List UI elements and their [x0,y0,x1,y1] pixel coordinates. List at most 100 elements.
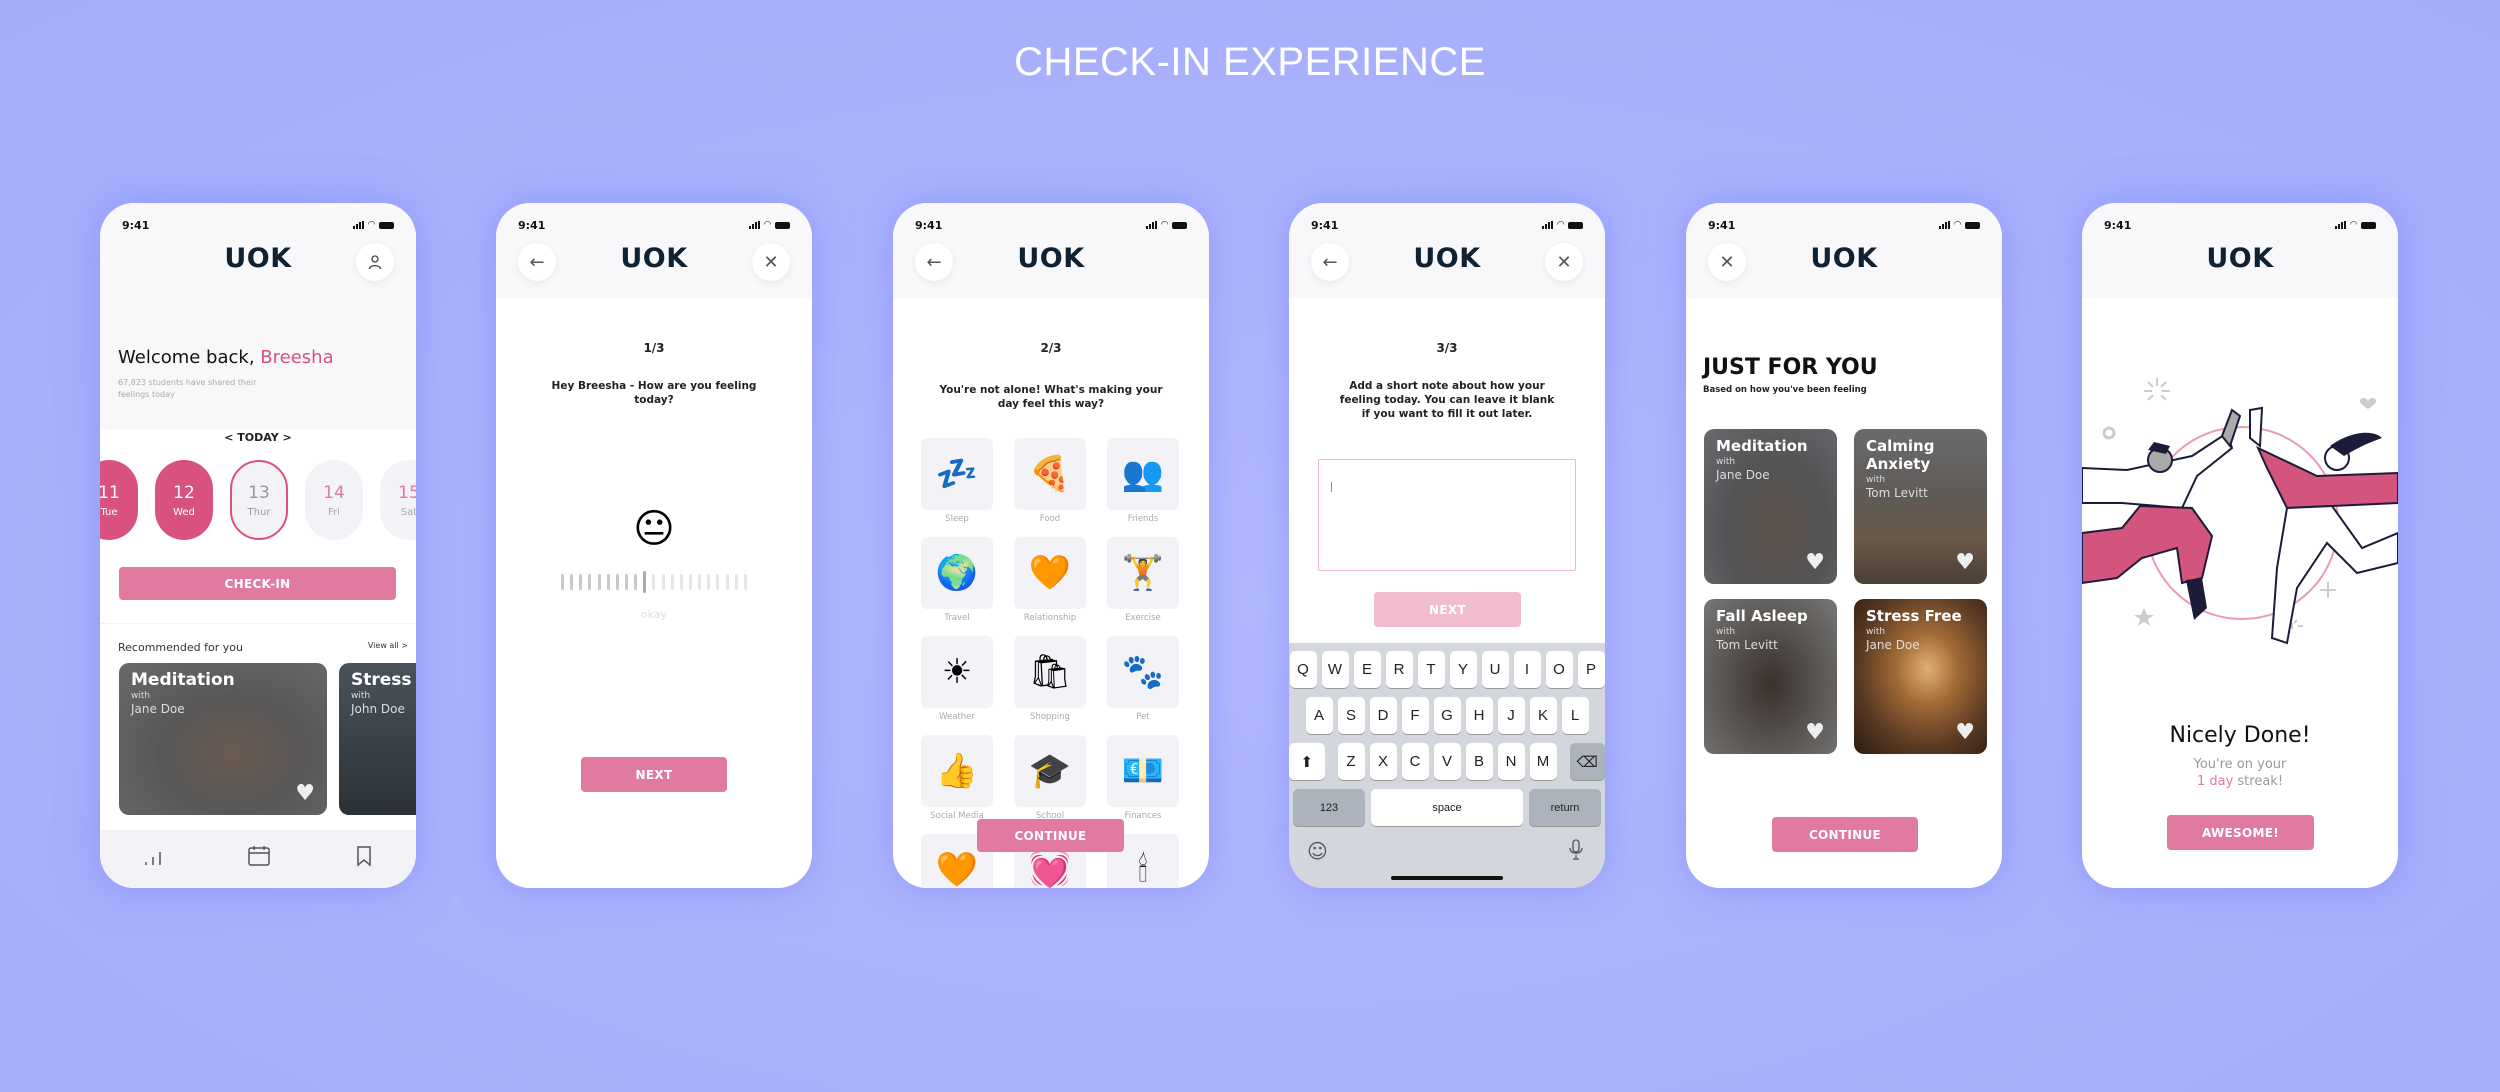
slider-tick [734,574,738,590]
arrow-left-icon: ← [529,251,545,273]
key-w[interactable]: W [1321,651,1349,688]
back-button[interactable]: ← [518,243,556,281]
category-friends[interactable]: 👥 Friends [1107,438,1179,524]
key-y[interactable]: Y [1449,651,1477,688]
mood-slider[interactable] [561,571,747,593]
key-c[interactable]: C [1401,743,1429,780]
date-navigator[interactable]: < TODAY > [100,431,416,444]
category-shopping[interactable]: 🛍 Shopping [1014,636,1086,722]
continue-button[interactable]: CONTINUE [977,819,1124,852]
wifi-icon: ◠ [368,220,375,230]
key-q[interactable]: Q [1289,651,1317,688]
key-m[interactable]: M [1529,743,1557,780]
card-meditation[interactable]: Meditation with Jane Doe ♥ [1704,429,1837,584]
close-button[interactable]: ✕ [1708,243,1746,281]
slider-thumb[interactable] [643,571,647,593]
recommend-card-stress[interactable]: Stress with John Doe [339,663,416,815]
next-button[interactable]: NEXT [581,757,727,792]
heart-icon[interactable]: ♥ [1805,722,1825,744]
key-k[interactable]: K [1529,697,1557,734]
view-all-link[interactable]: View all > [368,641,408,650]
heart-icon[interactable]: ♥ [295,783,315,805]
day-wed[interactable]: 12 Wed [155,460,213,540]
continue-button[interactable]: CONTINUE [1772,817,1918,852]
category-school[interactable]: 🎓 School [1014,735,1086,821]
next-button[interactable]: NEXT [1374,592,1521,627]
key-x[interactable]: X [1369,743,1397,780]
streak-count: 1 day [2196,774,2234,789]
bookmark-icon[interactable] [353,844,375,868]
key-v[interactable]: V [1433,743,1461,780]
key-f[interactable]: F [1401,697,1429,734]
numbers-key[interactable]: 123 [1293,789,1365,826]
slider-tick [606,574,610,590]
signal-icon [2335,221,2347,229]
battery-icon [379,221,394,229]
category-food[interactable]: 🍕 Food [1014,438,1086,524]
checkin-button[interactable]: CHECK-IN [119,567,396,600]
key-s[interactable]: S [1337,697,1365,734]
category-finances[interactable]: 💶 Finances [1107,735,1179,821]
microphone-icon[interactable] [1569,839,1583,865]
heart-icon[interactable]: ♥ [1805,552,1825,574]
category-relationship[interactable]: 🧡 Relationship [1014,537,1086,623]
heart-icon[interactable]: ♥ [1955,552,1975,574]
awesome-button[interactable]: AWESOME! [2167,815,2314,850]
phone-categories: 9:41 ◠ UOK ← 2/3 You're not alone! What'… [893,203,1209,888]
key-j[interactable]: J [1497,697,1525,734]
key-i[interactable]: I [1513,651,1541,688]
day-thur[interactable]: 13 Thur [230,460,288,540]
category-weather[interactable]: ☀ Weather [921,636,993,722]
key-e[interactable]: E [1353,651,1381,688]
signal-icon [353,221,365,229]
key-r[interactable]: R [1385,651,1413,688]
day-tue[interactable]: 11 Tue [100,460,138,540]
category-exercise[interactable]: 🏋 Exercise [1107,537,1179,623]
card-fall-asleep[interactable]: Fall Asleep with Tom Levitt ♥ [1704,599,1837,754]
close-button[interactable]: ✕ [752,243,790,281]
category-social-media[interactable]: 👍 Social Media [921,735,993,821]
card-stress-free[interactable]: Stress Free with Jane Doe ♥ [1854,599,1987,754]
key-n[interactable]: N [1497,743,1525,780]
keyboard-row-3: ⬆ ZXCVBNM ⌫ [1289,743,1605,780]
key-b[interactable]: B [1465,743,1493,780]
slider-tick [561,574,564,590]
key-h[interactable]: H [1465,697,1493,734]
key-g[interactable]: G [1433,697,1461,734]
key-z[interactable]: Z [1337,743,1365,780]
heart-icon[interactable]: ♥ [1955,722,1975,744]
space-key[interactable]: space [1371,789,1523,826]
key-p[interactable]: P [1577,651,1605,688]
back-button[interactable]: ← [915,243,953,281]
category-travel[interactable]: 🌍 Travel [921,537,993,623]
category-label: Weather [939,712,975,722]
emoji-key-icon[interactable]: ☺ [1307,839,1328,863]
day-sat[interactable]: 15 Sat [380,460,416,540]
close-button[interactable]: ✕ [1545,243,1583,281]
key-o[interactable]: O [1545,651,1573,688]
category-sleep[interactable]: 💤 Sleep [921,438,993,524]
key-d[interactable]: D [1369,697,1397,734]
shift-key[interactable]: ⬆ [1289,743,1325,780]
key-t[interactable]: T [1417,651,1445,688]
category-pet[interactable]: 🐾 Pet [1107,636,1179,722]
category-label: Sleep [945,514,969,524]
note-textarea[interactable] [1318,459,1576,571]
shopping-icon: 🛍 [1014,636,1086,708]
calendar-icon[interactable] [246,843,272,869]
profile-button[interactable] [356,243,394,281]
backspace-key[interactable]: ⌫ [1569,743,1605,780]
return-key[interactable]: return [1529,789,1601,826]
back-button[interactable]: ← [1311,243,1349,281]
recommend-card-meditation[interactable]: Meditation with Jane Doe ♥ [119,663,327,815]
relationship-icon: 🧡 [1014,537,1086,609]
step-indicator: 3/3 [1436,341,1458,355]
card-calming-anxiety[interactable]: Calming Anxiety with Tom Levitt ♥ [1854,429,1987,584]
key-a[interactable]: A [1305,697,1333,734]
key-l[interactable]: L [1561,697,1589,734]
day-fri[interactable]: 14 Fri [305,460,363,540]
key-u[interactable]: U [1481,651,1509,688]
bar-chart-icon[interactable] [141,844,165,868]
phone-just-for-you: 9:41 ◠ UOK ✕ JUST FOR YOU Based on how y… [1686,203,2002,888]
backspace-icon: ⌫ [1576,753,1598,771]
